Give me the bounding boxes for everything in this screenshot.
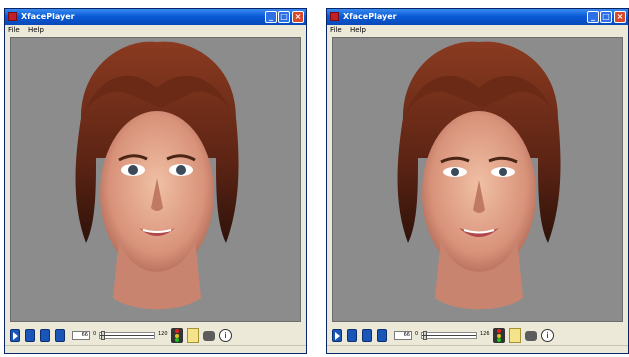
app-icon: [330, 12, 339, 21]
play-icon[interactable]: [332, 329, 342, 342]
minimize-button[interactable]: _: [587, 11, 599, 23]
xfaceplayer-window-right: XfacePlayer _ □ × File Help 66 0 126 i: [326, 8, 629, 354]
timeline-slider[interactable]: [99, 331, 155, 340]
window-title: XfacePlayer: [21, 12, 75, 21]
menu-help[interactable]: Help: [350, 26, 366, 34]
traffic-light-icon[interactable]: [493, 328, 505, 343]
record-icon[interactable]: [40, 329, 50, 342]
status-bar: [5, 345, 306, 353]
tool-icon[interactable]: [187, 328, 199, 343]
minimize-button[interactable]: _: [265, 11, 277, 23]
play-icon[interactable]: [10, 329, 20, 342]
player-controls: 66 0 126 i: [332, 327, 623, 345]
close-button[interactable]: ×: [292, 11, 304, 23]
status-bar: [327, 345, 628, 353]
slider-knob[interactable]: [423, 331, 427, 340]
menu-file[interactable]: File: [330, 26, 342, 34]
slider-end-label: 120: [158, 331, 168, 337]
menu-bar: File Help: [5, 25, 306, 36]
menu-file[interactable]: File: [8, 26, 20, 34]
close-button[interactable]: ×: [614, 11, 626, 23]
face-viewport[interactable]: [332, 37, 623, 322]
frame-field[interactable]: 66: [72, 331, 90, 340]
maximize-button[interactable]: □: [278, 11, 290, 23]
menu-help[interactable]: Help: [28, 26, 44, 34]
tool-icon[interactable]: [509, 328, 521, 343]
info-icon[interactable]: i: [541, 329, 554, 342]
face-viewport[interactable]: [10, 37, 301, 322]
title-bar[interactable]: XfacePlayer _ □ ×: [5, 9, 306, 25]
slider-end-label: 126: [480, 331, 490, 337]
title-bar[interactable]: XfacePlayer _ □ ×: [327, 9, 628, 25]
traffic-light-icon[interactable]: [171, 328, 183, 343]
info-icon[interactable]: i: [219, 329, 232, 342]
camera-icon[interactable]: [203, 331, 215, 341]
app-icon: [8, 12, 17, 21]
save-icon[interactable]: [377, 329, 387, 342]
stop-icon[interactable]: [347, 329, 357, 342]
maximize-button[interactable]: □: [600, 11, 612, 23]
frame-field[interactable]: 66: [394, 331, 412, 340]
face-render: [397, 41, 561, 310]
record-icon[interactable]: [362, 329, 372, 342]
stop-icon[interactable]: [25, 329, 35, 342]
camera-icon[interactable]: [525, 331, 537, 341]
slider-start-label: 0: [415, 331, 419, 337]
window-title: XfacePlayer: [343, 12, 397, 21]
player-controls: 66 0 120 i: [10, 327, 301, 345]
xfaceplayer-window-left: XfacePlayer _ □ × File Help 66 0 120 i: [4, 8, 307, 354]
slider-knob[interactable]: [101, 331, 105, 340]
save-icon[interactable]: [55, 329, 65, 342]
slider-start-label: 0: [93, 331, 97, 337]
timeline-slider[interactable]: [421, 331, 477, 340]
face-render: [75, 41, 239, 310]
menu-bar: File Help: [327, 25, 628, 36]
